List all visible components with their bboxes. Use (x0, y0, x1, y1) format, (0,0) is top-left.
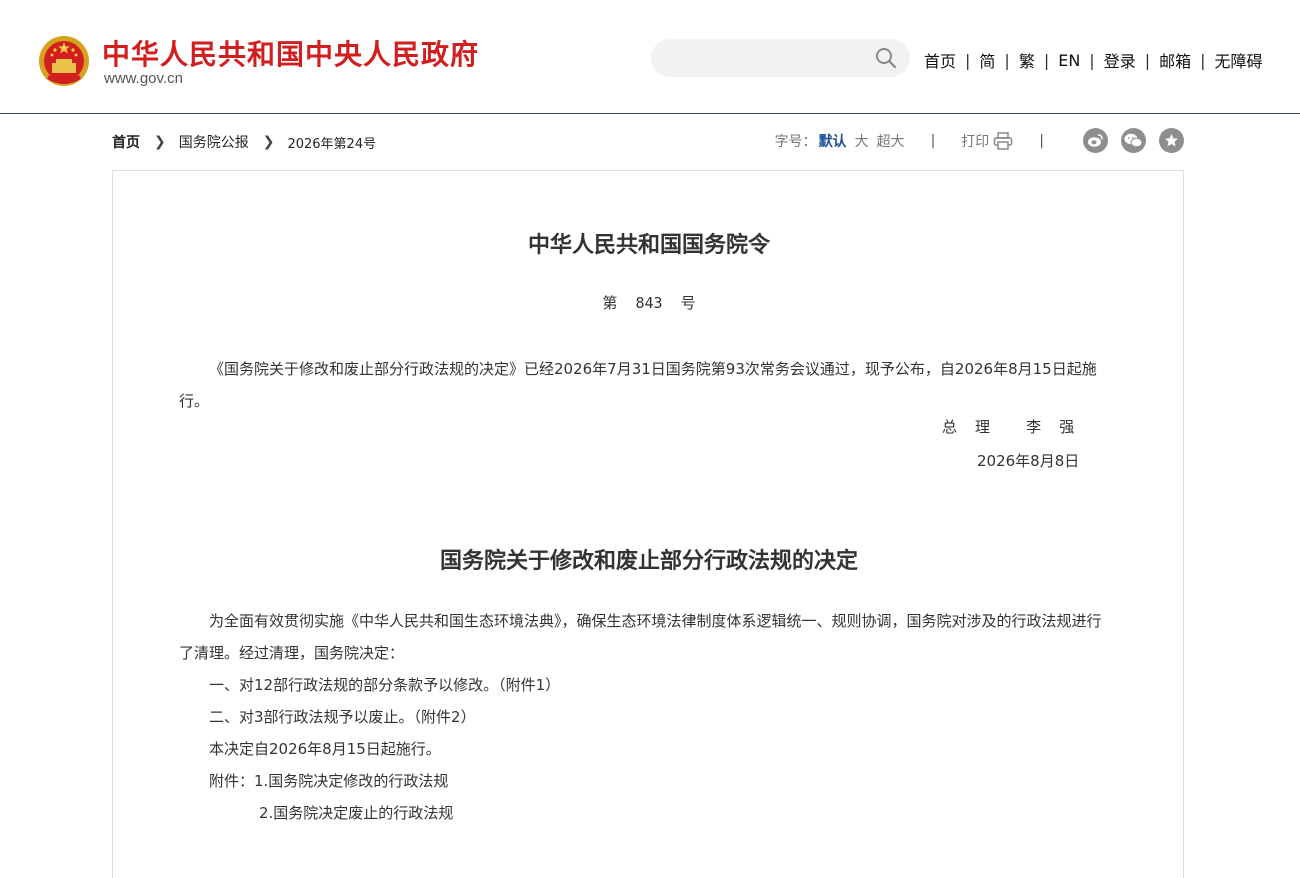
search-box (651, 39, 910, 77)
decision-paragraph: 本决定自2026年8月15日起施行。 (209, 740, 441, 758)
font-size-label: 字号： (774, 133, 817, 150)
nav-separator: | (1004, 50, 1010, 70)
nav-simplified[interactable]: 简 (979, 48, 995, 72)
order-number: 第 843 号 (602, 294, 696, 312)
order-body: 《国务院关于修改和废止部分行政法规的决定》已经2026年7月31日国务院第93次… (179, 360, 1097, 410)
attachment-1: 附件：1.国务院决定修改的行政法规 (209, 772, 449, 790)
nav-accessibility[interactable]: 无障碍 (1215, 48, 1263, 72)
decision-paragraph: 为全面有效贯彻实施《中华人民共和国生态环境法典》，确保生态环境法律制度体系逻辑统… (179, 612, 1102, 662)
chevron-right-icon: ❯ (154, 134, 166, 150)
nav-separator: | (1089, 50, 1095, 70)
nav-separator: | (1043, 50, 1050, 70)
attachment-2: 2.国务院决定废止的行政法规 (259, 804, 454, 822)
nav-separator: | (965, 50, 971, 70)
site-header: 中华人民共和国中央人民政府 www.gov.cn 首页 | 简 | 繁 | EN… (0, 0, 1300, 114)
toolbar-divider: | (1039, 132, 1044, 149)
search-icon[interactable] (875, 47, 897, 69)
breadcrumb: 首页 ❯ 国务院公报 ❯ 2026年第24号 (112, 132, 376, 152)
site-url[interactable]: www.gov.cn (104, 70, 183, 87)
breadcrumb-issue[interactable]: 2026年第24号 (287, 133, 376, 152)
decision-paragraph: 一、对12部行政法规的部分条款予以修改。（附件1） (209, 676, 561, 694)
nav-login[interactable]: 登录 (1104, 48, 1136, 72)
font-size-xlarge[interactable]: 超大 (877, 131, 905, 151)
decision-paragraph: 二、对3部行政法规予以废止。（附件2） (209, 708, 476, 726)
nav-traditional[interactable]: 繁 (1019, 48, 1035, 72)
nav-separator: | (1144, 50, 1151, 70)
weibo-icon[interactable] (1083, 128, 1108, 153)
nav-mailbox[interactable]: 邮箱 (1159, 48, 1191, 72)
print-label: 打印 (961, 133, 990, 150)
printer-icon (994, 131, 1013, 150)
site-title[interactable]: 中华人民共和国中央人民政府 (102, 33, 479, 73)
breadcrumb-section[interactable]: 国务院公报 (179, 132, 249, 152)
decision-title: 国务院关于修改和废止部分行政法规的决定 (439, 548, 858, 574)
decision-body: 为全面有效贯彻实施《中华人民共和国生态环境法典》，确保生态环境法律制度体系逻辑统… (179, 605, 1109, 829)
wechat-icon[interactable] (1121, 128, 1146, 153)
nav-separator: | (1200, 50, 1206, 70)
font-size-large[interactable]: 大 (855, 131, 869, 151)
chevron-right-icon: ❯ (262, 134, 275, 150)
breadcrumb-home[interactable]: 首页 (112, 132, 140, 152)
font-size-default[interactable]: 默认 (819, 131, 847, 151)
print-button[interactable]: 打印 (961, 131, 1013, 151)
order-title: 中华人民共和国国务院令 (527, 232, 770, 258)
article-panel: 中华人民共和国国务院令 第 843 号 《国务院关于修改和废止部分行政法规的决定… (112, 170, 1184, 878)
order-date: 2026年8月8日 (977, 452, 1080, 470)
nav-home[interactable]: 首页 (924, 48, 956, 72)
order-signer: 总 理 李 强 (942, 418, 1075, 436)
nav-english[interactable]: EN (1058, 51, 1080, 70)
search-input[interactable] (667, 39, 867, 77)
top-nav: 首页 | 简 | 繁 | EN | 登录 | 邮箱 | 无障碍 (924, 48, 1263, 72)
article-toolbar: 字号： 默认 大 超大 | 打印 | (775, 128, 1184, 153)
national-emblem-icon[interactable] (38, 33, 90, 89)
favorite-icon[interactable] (1159, 128, 1184, 153)
toolbar-divider: | (930, 132, 936, 149)
